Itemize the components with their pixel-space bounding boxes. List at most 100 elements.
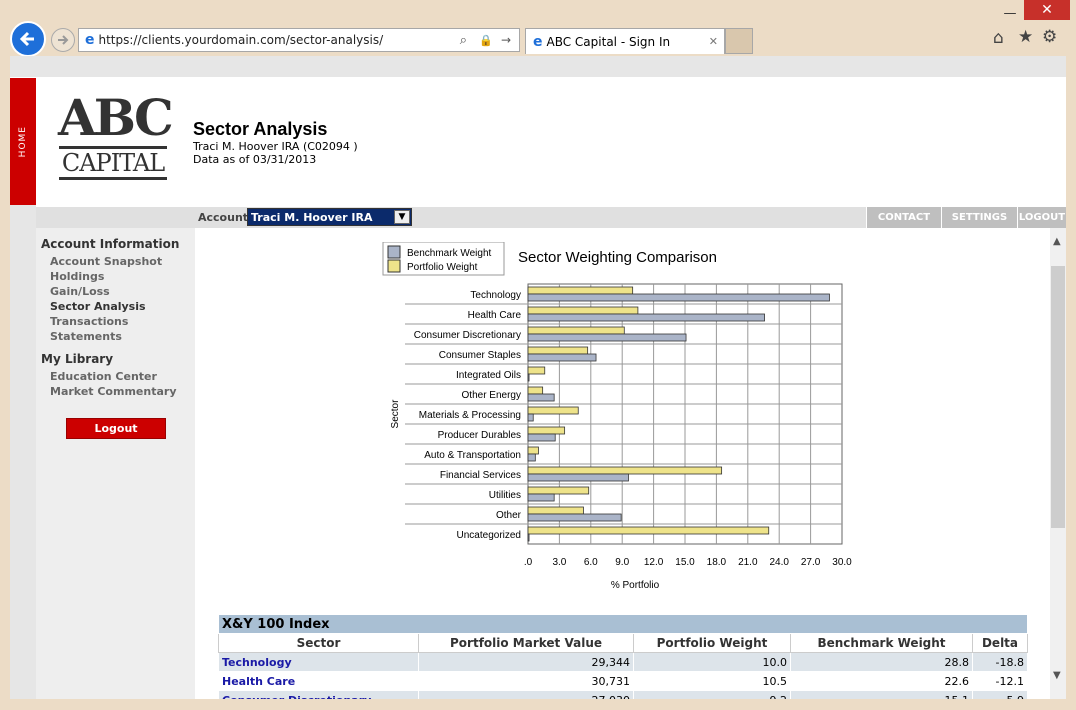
bar-portfolio bbox=[527, 486, 590, 495]
sidebar-item-education-center[interactable]: Education Center bbox=[50, 370, 157, 383]
favorites-star-icon[interactable]: ★ bbox=[1018, 27, 1033, 47]
ie-page-icon: e bbox=[85, 32, 95, 48]
sidebar: Account Information Account Snapshot Hol… bbox=[36, 228, 195, 699]
bar-portfolio bbox=[527, 426, 566, 435]
forward-button[interactable] bbox=[51, 28, 75, 52]
table-caption: X&Y 100 Index bbox=[218, 614, 1028, 634]
x-tick-label: 3.0 bbox=[552, 557, 566, 568]
x-tick-label: 15.0 bbox=[675, 557, 695, 568]
url-text[interactable]: https://clients.yourdomain.com/sector-an… bbox=[99, 33, 384, 47]
scroll-down-icon[interactable]: ▼ bbox=[1053, 670, 1061, 681]
bar-portfolio bbox=[527, 526, 770, 535]
y-tick-label: Uncategorized bbox=[457, 530, 521, 541]
back-button[interactable] bbox=[10, 21, 46, 57]
home-icon[interactable]: ⌂ bbox=[993, 28, 1004, 48]
refresh-icon[interactable]: → bbox=[501, 33, 511, 47]
bar-benchmark bbox=[527, 533, 530, 542]
vertical-scrollbar[interactable]: ▲ ▼ bbox=[1050, 228, 1066, 699]
search-icon[interactable]: ⌕ bbox=[460, 33, 467, 48]
sector-weighting-chart: Benchmark Weight Portfolio Weight Sector W… bbox=[382, 242, 852, 591]
sidebar-item-transactions[interactable]: Transactions bbox=[50, 315, 128, 328]
bar-portfolio bbox=[527, 506, 584, 515]
back-arrow-icon bbox=[19, 31, 34, 47]
y-tick-label: Financial Services bbox=[440, 470, 521, 481]
sidebar-heading-account: Account Information bbox=[41, 237, 180, 251]
sidebar-item-statements[interactable]: Statements bbox=[50, 330, 122, 343]
y-tick-label: Other bbox=[496, 510, 522, 521]
scroll-thumb[interactable] bbox=[1051, 266, 1065, 528]
col-delta: Delta bbox=[972, 633, 1028, 653]
abc-capital-logo[interactable]: ABC CAPITAL bbox=[58, 88, 174, 182]
x-tick-label: .0 bbox=[524, 557, 533, 568]
browser-tab-active[interactable]: e ABC Capital - Sign In ✕ bbox=[525, 28, 725, 54]
account-label: Account: bbox=[198, 211, 253, 224]
bar-benchmark bbox=[527, 333, 687, 342]
row-delta: -18.8 bbox=[972, 652, 1028, 672]
account-subtitle: Traci M. Hoover IRA (C02094 ) bbox=[193, 140, 358, 153]
y-tick-label: Utilities bbox=[489, 490, 521, 501]
y-tick-label: Integrated Oils bbox=[456, 370, 521, 381]
sidebar-item-holdings[interactable]: Holdings bbox=[50, 270, 104, 283]
table-row: Technology 29,344 10.0 28.8 -18.8 bbox=[218, 652, 1028, 672]
x-tick-label: 24.0 bbox=[769, 557, 789, 568]
row-sector-link[interactable]: Technology bbox=[218, 652, 419, 672]
logout-link[interactable]: LOGOUT bbox=[1017, 207, 1066, 228]
bar-portfolio bbox=[527, 446, 539, 455]
settings-gear-icon[interactable]: ⚙ bbox=[1042, 27, 1057, 47]
new-tab-button[interactable] bbox=[725, 28, 753, 54]
legend-swatch-portfolio bbox=[387, 259, 401, 273]
minimize-button[interactable]: — bbox=[1000, 6, 1020, 21]
logo-abc: ABC bbox=[58, 88, 174, 147]
sidebar-item-sector-analysis[interactable]: Sector Analysis bbox=[50, 300, 146, 313]
bar-portfolio bbox=[527, 326, 625, 335]
legend-label: Benchmark Weight bbox=[407, 248, 492, 259]
web-page: HOME ABC CAPITAL Sector Analysis Traci M… bbox=[10, 56, 1066, 699]
row-benchmark-weight: 28.8 bbox=[790, 652, 973, 672]
ie-tab-icon: e bbox=[533, 33, 543, 50]
sidebar-item-account-snapshot[interactable]: Account Snapshot bbox=[50, 255, 162, 268]
bar-benchmark bbox=[527, 373, 530, 382]
row-benchmark-weight: 15.1 bbox=[790, 690, 973, 699]
x-tick-label: 18.0 bbox=[707, 557, 727, 568]
home-tab[interactable]: HOME bbox=[10, 78, 36, 205]
y-tick-label: Materials & Processing bbox=[419, 410, 521, 421]
bar-benchmark bbox=[527, 433, 556, 442]
sidebar-heading-library: My Library bbox=[41, 352, 114, 366]
logout-button[interactable]: Logout bbox=[66, 418, 166, 439]
header-strip bbox=[10, 56, 1066, 77]
row-sector-link[interactable]: Consumer Discretionary bbox=[218, 690, 419, 699]
bar-benchmark bbox=[527, 393, 555, 402]
account-select[interactable]: Traci M. Hoover IRA ▼ bbox=[247, 208, 412, 226]
sidebar-item-gain-loss[interactable]: Gain/Loss bbox=[50, 285, 110, 298]
row-delta: -5.9 bbox=[972, 690, 1028, 699]
table-row: Consumer Discretionary 27,030 9.2 15.1 -… bbox=[218, 690, 1028, 699]
row-sector-link[interactable]: Health Care bbox=[218, 671, 419, 691]
scroll-up-icon[interactable]: ▲ bbox=[1053, 236, 1061, 247]
chevron-down-icon[interactable]: ▼ bbox=[394, 210, 410, 224]
close-window-button[interactable]: ✕ bbox=[1024, 0, 1070, 20]
bar-benchmark bbox=[527, 513, 622, 522]
bar-benchmark bbox=[527, 493, 555, 502]
x-tick-label: 9.0 bbox=[615, 557, 629, 568]
settings-link[interactable]: SETTINGS bbox=[941, 207, 1017, 228]
y-tick-label: Producer Durables bbox=[438, 430, 521, 441]
y-axis-label: Sector bbox=[390, 399, 401, 429]
tab-close-icon[interactable]: ✕ bbox=[709, 35, 718, 48]
y-tick-label: Consumer Staples bbox=[439, 350, 521, 361]
bar-benchmark bbox=[527, 473, 629, 482]
row-market-value: 27,030 bbox=[418, 690, 634, 699]
bar-benchmark bbox=[527, 313, 765, 322]
account-select-value: Traci M. Hoover IRA bbox=[251, 210, 373, 224]
table-row: Health Care 30,731 10.5 22.6 -12.1 bbox=[218, 671, 1028, 691]
y-tick-label: Consumer Discretionary bbox=[414, 330, 521, 341]
row-market-value: 30,731 bbox=[418, 671, 634, 691]
sidebar-item-market-commentary[interactable]: Market Commentary bbox=[50, 385, 176, 398]
page-title: Sector Analysis bbox=[193, 119, 328, 139]
row-benchmark-weight: 22.6 bbox=[790, 671, 973, 691]
legend-swatch-benchmark bbox=[387, 245, 401, 259]
x-tick-label: 27.0 bbox=[801, 557, 821, 568]
address-bar[interactable]: e https://clients.yourdomain.com/sector-… bbox=[78, 28, 520, 52]
y-tick-label: Auto & Transportation bbox=[424, 450, 521, 461]
contact-link[interactable]: CONTACT bbox=[866, 207, 941, 228]
bar-portfolio bbox=[527, 366, 546, 375]
